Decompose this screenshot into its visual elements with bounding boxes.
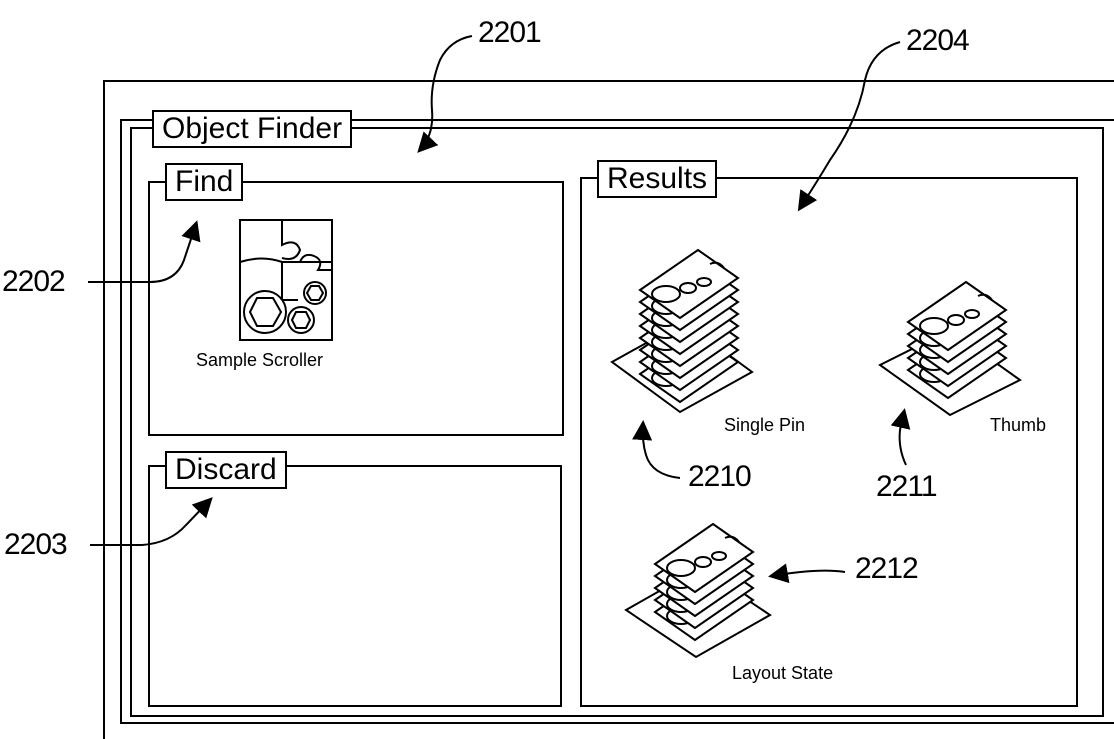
ref-2212: 2212	[855, 552, 919, 585]
ref-2201: 2201	[478, 16, 542, 49]
ref-2202: 2202	[2, 265, 66, 298]
leader-lines	[88, 35, 911, 584]
ref-2210: 2210	[688, 460, 752, 493]
ref-2211: 2211	[876, 470, 938, 503]
ref-2204: 2204	[906, 24, 970, 57]
ref-2203: 2203	[4, 528, 68, 561]
